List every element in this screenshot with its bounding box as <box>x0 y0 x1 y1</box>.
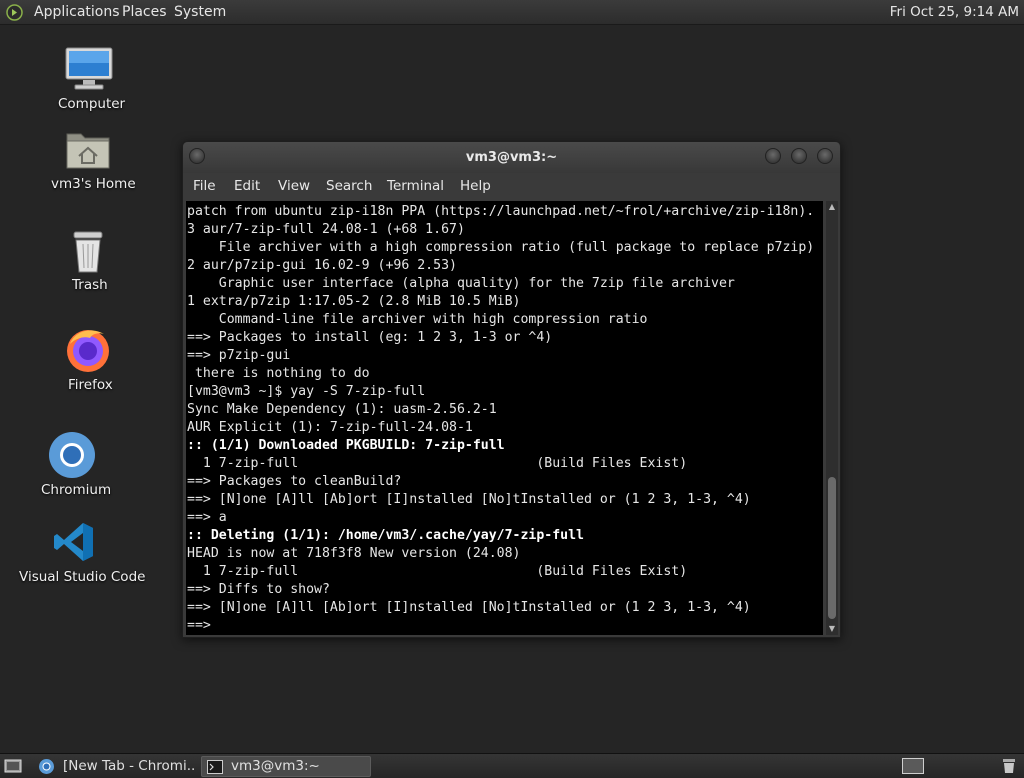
terminal-line: ==> Packages to cleanBuild? <box>187 474 402 489</box>
terminal-line: Command-line file archiver with high com… <box>187 312 648 327</box>
clock[interactable]: Fri Oct 25, 9:14 AM <box>890 0 1019 25</box>
terminal-line: there is nothing to do <box>187 366 370 381</box>
menu-view[interactable]: View <box>278 173 310 200</box>
trash-icon <box>73 231 103 273</box>
taskbar-item-label: [New Tab - Chromi... <box>63 758 196 774</box>
terminal-line: Sync Make Dependency (1): uasm-2.56.2-1 <box>187 402 497 417</box>
terminal-line: :: (1/1) Downloaded PKGBUILD: 7-zip-full <box>187 438 505 453</box>
desktop-icon-trash[interactable]: Trash <box>60 228 120 296</box>
menu-terminal[interactable]: Terminal <box>387 173 444 200</box>
menu-search[interactable]: Search <box>326 173 372 200</box>
top-panel: Applications Places System Fri Oct 25, 9… <box>0 0 1024 25</box>
terminal-window: vm3@vm3:~ File Edit View Search Terminal… <box>182 141 841 638</box>
window-title: vm3@vm3:~ <box>465 150 558 165</box>
bottom-panel: [New Tab - Chromi... vm3@vm3:~ <box>0 753 1024 778</box>
terminal-line: HEAD is now at 718f3f8 New version (24.0… <box>187 546 521 561</box>
desktop-icon-firefox[interactable]: Firefox <box>56 324 122 396</box>
terminal-line: patch from ubuntu zip-i18n PPA (https://… <box>187 204 815 219</box>
chromium-icon <box>39 759 54 774</box>
taskbar-item-terminal[interactable]: vm3@vm3:~ <box>201 756 371 777</box>
desktop-icon-label: Chromium <box>41 482 112 498</box>
firefox-icon <box>67 330 109 372</box>
desktop-icon-label: Trash <box>72 277 108 293</box>
desktop-icon-computer[interactable]: Computer <box>48 44 128 116</box>
terminal-line: ==> Diffs to show? <box>187 582 330 597</box>
desktop-icon-chromium[interactable]: Chromium <box>38 428 112 498</box>
terminal-line: File archiver with a high compression ra… <box>187 240 815 255</box>
terminal-line: 3 aur/7-zip-full 24.08-1 (+68 1.67) <box>187 222 465 237</box>
show-desktop-icon[interactable] <box>4 758 22 774</box>
vscode-icon <box>54 523 93 561</box>
terminal-line: ==> [N]one [A]ll [Ab]ort [I]nstalled [No… <box>187 492 751 507</box>
terminal-line: [vm3@vm3 ~]$ yay -S 7-zip-full <box>187 384 426 399</box>
home-folder-icon <box>66 133 110 169</box>
scroll-thumb[interactable] <box>828 477 836 619</box>
terminal-output[interactable]: patch from ubuntu zip-i18n PPA (https://… <box>186 201 823 635</box>
terminal-line: 1 7-zip-full (Build Files Exist) <box>187 564 688 579</box>
maximize-button[interactable] <box>791 148 807 164</box>
applications-logo-icon[interactable] <box>6 4 23 21</box>
minimize-button[interactable] <box>765 148 781 164</box>
terminal-line: ==> [N]one [A]ll [Ab]ort [I]nstalled [No… <box>187 600 751 615</box>
desktop-icon-label: Visual Studio Code <box>19 569 146 585</box>
terminal-lines: patch from ubuntu zip-i18n PPA (https://… <box>187 203 814 635</box>
places-menu[interactable]: Places <box>122 0 167 25</box>
computer-icon <box>65 47 113 90</box>
terminal-line: ==> <box>187 618 219 633</box>
terminal-line: 1 7-zip-full (Build Files Exist) <box>187 456 688 471</box>
system-menu[interactable]: System <box>174 0 226 25</box>
terminal-scrollbar[interactable]: ▲ ▼ <box>826 201 838 635</box>
menu-help[interactable]: Help <box>460 173 491 200</box>
taskbar-item-chromium[interactable]: [New Tab - Chromi... <box>34 756 196 777</box>
applications-menu[interactable]: Applications <box>34 0 120 25</box>
taskbar-item-label: vm3@vm3:~ <box>231 758 320 774</box>
desktop-icon-label: Computer <box>58 96 126 112</box>
desktop-icon-label: vm3's Home <box>51 176 136 192</box>
terminal-line: :: Deleting (1/1): /home/vm3/.cache/yay/… <box>187 528 584 543</box>
desktop-icon-vscode[interactable]: Visual Studio Code <box>16 518 145 588</box>
terminal-line: ==> p7zip-gui <box>187 348 291 363</box>
terminal-line: 2 aur/p7zip-gui 16.02-9 (+96 2.53) <box>187 258 457 273</box>
close-button[interactable] <box>817 148 833 164</box>
terminal-line: 1 extra/p7zip 1:17.05-2 (2.8 MiB 10.5 Mi… <box>187 294 521 309</box>
workspace-switcher[interactable] <box>902 758 924 774</box>
terminal-line: ==> Packages to install (eg: 1 2 3, 1-3 … <box>187 330 553 345</box>
menu-file[interactable]: File <box>193 173 216 200</box>
terminal-line: Graphic user interface (alpha quality) f… <box>187 276 735 291</box>
window-titlebar[interactable]: vm3@vm3:~ <box>183 142 840 173</box>
chromium-icon <box>49 432 95 478</box>
terminal-menubar: File Edit View Search Terminal Help <box>183 173 840 200</box>
menu-edit[interactable]: Edit <box>234 173 260 200</box>
scroll-down-icon[interactable]: ▼ <box>826 623 838 635</box>
scroll-up-icon[interactable]: ▲ <box>826 201 838 213</box>
trash-applet-icon[interactable] <box>1000 758 1018 774</box>
desktop-icon-label: Firefox <box>68 377 113 393</box>
terminal-line: AUR Explicit (1): 7-zip-full-24.08-1 <box>187 420 473 435</box>
terminal-line: ==> a <box>187 510 227 525</box>
terminal-icon <box>207 760 223 774</box>
desktop-icon-home[interactable]: vm3's Home <box>48 126 136 196</box>
